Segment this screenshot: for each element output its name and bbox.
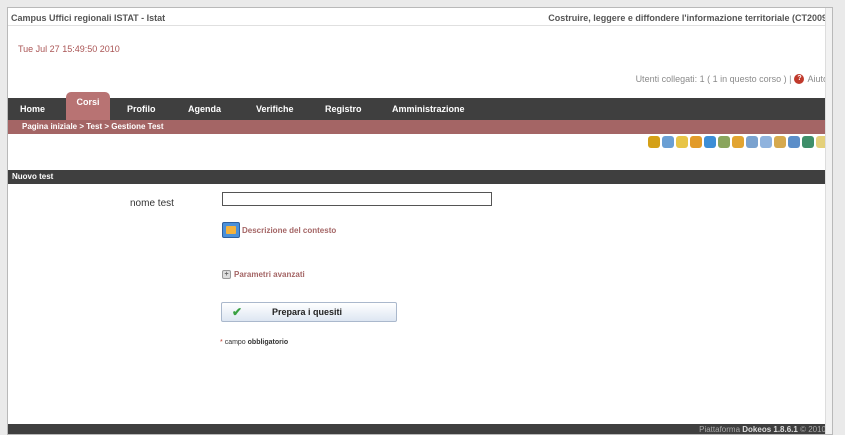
context-description-label[interactable]: Descrizione del contesto [242,226,336,235]
folder-icon[interactable] [690,136,702,148]
required-star: * [220,339,223,346]
users-icon[interactable] [732,136,744,148]
nav-home[interactable]: Home [20,104,45,114]
advanced-parameters-label[interactable]: Parametri avanzati [234,270,305,279]
people-icon[interactable] [774,136,786,148]
required-text-bold: obbligatorio [247,339,289,346]
test-name-input[interactable] [222,192,492,206]
chat-icon[interactable] [760,136,772,148]
users-online-text[interactable]: Utenti collegati: 1 ( 1 in questo corso … [636,74,792,84]
nav-registro[interactable]: Registro [325,104,362,114]
nav-agenda[interactable]: Agenda [188,104,221,114]
required-field-note: * campo obbligatorio [220,339,288,346]
users-online-bar: Utenti collegati: 1 ( 1 in questo corso … [636,74,828,84]
name-field-label: nome test [130,198,174,209]
tools-icon[interactable] [718,136,730,148]
campus-title[interactable]: Campus Uffici regionali ISTAT - Istat [11,13,165,23]
globe-icon[interactable] [704,136,716,148]
expand-icon[interactable]: + [222,270,231,279]
course-title[interactable]: Costruire, leggere e diffondere l'inform… [548,13,830,23]
nav-amministrazione[interactable]: Amministrazione [392,104,465,114]
footer: Piattaforma Dokeos 1.8.6.1 © 2010 [8,424,832,434]
footer-prefix: Piattaforma [699,425,741,434]
home-icon[interactable] [648,136,660,148]
footer-product[interactable]: Dokeos 1.8.6.1 [742,425,798,434]
top-header: Campus Uffici regionali ISTAT - Istat Co… [8,8,832,26]
footer-suffix: © 2010 [800,425,826,434]
nav-profilo[interactable]: Profilo [127,104,156,114]
browser-page: Campus Uffici regionali ISTAT - Istat Co… [7,7,833,435]
checkmark-icon: ✔ [232,305,243,319]
advanced-parameters-toggle[interactable]: + Parametri avanzati [222,270,305,279]
nav-corsi-active-tab[interactable]: Corsi [66,92,110,120]
scrollbar[interactable] [825,8,832,434]
section-title: Nuovo test [8,170,826,184]
prepare-questions-button[interactable]: ✔ Prepara i quesiti [221,302,397,322]
required-text: campo [224,339,246,346]
main-navigation: Home Corsi Profilo Agenda Verifiche Regi… [8,92,832,120]
forum-icon[interactable] [662,136,674,148]
breadcrumb[interactable]: Pagina iniziale > Test > Gestione Test [8,120,832,134]
tool-icons-toolbar [648,136,828,148]
people-icon-2[interactable] [788,136,800,148]
help-icon[interactable]: ? [794,74,805,84]
description-icon[interactable] [222,222,240,238]
context-description-link[interactable]: Descrizione del contesto [222,222,336,238]
group-icon[interactable] [746,136,758,148]
prepare-questions-label: Prepara i quesiti [272,307,343,317]
current-datetime: Tue Jul 27 15:49:50 2010 [18,44,120,54]
nav-verifiche[interactable]: Verifiche [256,104,294,114]
message-icon[interactable] [802,136,814,148]
doc-icon[interactable] [676,136,688,148]
